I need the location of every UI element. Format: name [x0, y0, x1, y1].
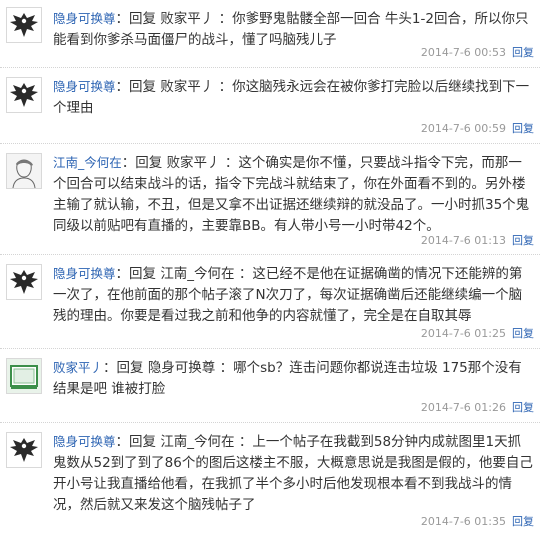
reply-target: 隐身可换尊	[147, 360, 216, 376]
reply-username[interactable]: 隐身可换尊	[53, 266, 116, 281]
user-avatar[interactable]	[6, 432, 42, 468]
reply-timestamp: 2014-7-6 01:35	[420, 515, 506, 528]
reply-timestamp: 2014-7-6 00:53	[420, 46, 506, 59]
reply-timestamp: 2014-7-6 01:25	[420, 327, 506, 340]
reply-timestamp: 2014-7-6 01:13	[420, 234, 506, 247]
eagle-emblem-icon	[10, 438, 38, 462]
reply-content: 江南_今何在：回复 败家平丿 ：这个确实是你不懂，只要战斗指令下完，而那一个回合…	[53, 155, 530, 234]
eagle-emblem-icon	[10, 270, 38, 294]
user-avatar[interactable]	[6, 7, 42, 43]
reply-item: 败家平丿：回复 隐身可换尊 ：哪个sb？连击问题你都说连击垃圾 175那个没有结…	[0, 349, 540, 423]
reply-word: 回复	[116, 360, 144, 376]
user-avatar[interactable]	[6, 153, 42, 189]
green-frame-icon	[10, 365, 38, 389]
reply-thread: 隐身可换尊：回复 败家平丿 ：你爹野鬼骷髅全部一回合 牛头1-2回合，所以你只能…	[0, 0, 540, 535]
reply-item: 隐身可换尊：回复 江南_今何在 ：上一个帖子在我截到58分钟内成就图里1天抓鬼数…	[0, 423, 540, 535]
reply-meta: 2014-7-6 01:25 回复	[421, 325, 534, 341]
reply-username[interactable]: 隐身可换尊	[53, 11, 116, 26]
eagle-emblem-icon	[10, 13, 38, 37]
user-avatar[interactable]	[6, 358, 42, 394]
reply-button[interactable]: 回复	[512, 401, 534, 414]
reply-meta: 2014-7-6 00:59 回复	[421, 120, 534, 136]
reply-meta: 2014-7-6 01:35 回复	[421, 513, 534, 529]
reply-button[interactable]: 回复	[512, 327, 534, 340]
user-avatar[interactable]	[6, 264, 42, 300]
reply-button[interactable]: 回复	[512, 234, 534, 247]
reply-item: 隐身可换尊：回复 败家平丿 ：你爹野鬼骷髅全部一回合 牛头1-2回合，所以你只能…	[0, 0, 540, 68]
reply-timestamp: 2014-7-6 00:59	[420, 122, 506, 135]
reply-target: 江南_今何在	[160, 434, 235, 450]
reply-meta: 2014-7-6 01:26 回复	[421, 399, 534, 415]
reply-item: 隐身可换尊：回复 江南_今何在 ：这已经不是他在证据确凿的情况下还能辨的第一次了…	[0, 255, 540, 349]
reply-username[interactable]: 隐身可换尊	[53, 434, 116, 449]
reply-word: 回复	[135, 155, 163, 171]
user-avatar[interactable]	[6, 77, 42, 113]
reply-username[interactable]: 江南_今何在	[53, 155, 122, 170]
reply-item: 江南_今何在：回复 败家平丿 ：这个确实是你不懂，只要战斗指令下完，而那一个回合…	[0, 144, 540, 255]
reply-content: 败家平丿：回复 隐身可换尊 ：哪个sb？连击问题你都说连击垃圾 175那个没有结…	[53, 360, 522, 397]
reply-timestamp: 2014-7-6 01:26	[420, 401, 506, 414]
reply-content: 隐身可换尊：回复 江南_今何在 ：这已经不是他在证据确凿的情况下还能辨的第一次了…	[53, 266, 523, 324]
reply-target: 江南_今何在	[160, 266, 235, 282]
reply-meta: 2014-7-6 01:13 回复	[421, 232, 534, 248]
reply-button[interactable]: 回复	[512, 515, 534, 528]
reply-username[interactable]: 隐身可换尊	[53, 79, 116, 94]
reply-target: 败家平丿	[166, 155, 221, 171]
reply-button[interactable]: 回复	[512, 46, 534, 59]
reply-button[interactable]: 回复	[512, 122, 534, 135]
reply-username[interactable]: 败家平丿	[53, 360, 103, 375]
reply-content: 隐身可换尊：回复 败家平丿 ：你这脑残永远会在被你爹打完脸以后继续找到下一个理由	[53, 79, 530, 116]
sketch-portrait-icon	[7, 154, 41, 188]
reply-target: 败家平丿	[160, 79, 215, 95]
reply-word: 回复	[129, 11, 157, 27]
reply-word: 回复	[129, 434, 157, 450]
reply-item: 隐身可换尊：回复 败家平丿 ：你这脑残永远会在被你爹打完脸以后继续找到下一个理由…	[0, 68, 540, 144]
reply-word: 回复	[129, 266, 157, 282]
reply-meta: 2014-7-6 00:53 回复	[421, 44, 534, 60]
reply-content: 隐身可换尊：回复 江南_今何在 ：上一个帖子在我截到58分钟内成就图里1天抓鬼数…	[53, 434, 533, 513]
reply-target: 败家平丿	[160, 11, 215, 27]
reply-word: 回复	[129, 79, 157, 95]
eagle-emblem-icon	[10, 83, 38, 107]
